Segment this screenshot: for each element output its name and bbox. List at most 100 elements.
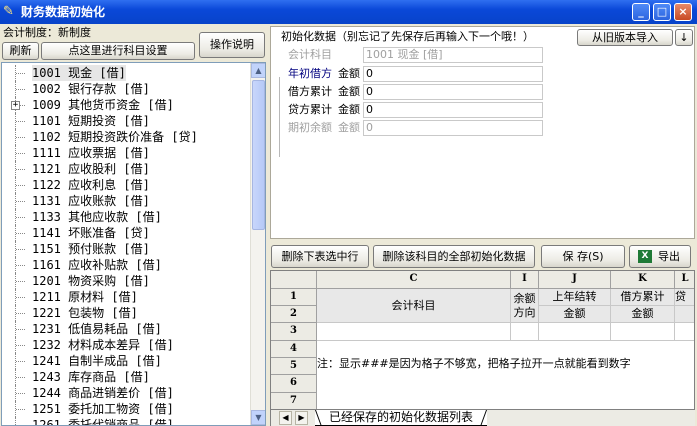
save-button[interactable]: 保 存(S): [541, 245, 625, 268]
tree-item-code: 1251: [32, 402, 61, 416]
row-header-2[interactable]: 2: [271, 306, 317, 323]
tree-connector: [15, 401, 25, 417]
close-button[interactable]: ×: [674, 3, 692, 21]
credit-total-input[interactable]: 0: [363, 102, 543, 118]
init-data-header: 初始化数据（别忘记了先保存后再输入下一个哦！）: [281, 30, 534, 43]
cell-l3[interactable]: [675, 323, 694, 341]
cell-c3[interactable]: [317, 323, 511, 341]
tree-item-label: 1151 预付账款 [借]: [32, 241, 150, 257]
tree-item-1102[interactable]: 1102 短期投资跌价准备 [贷]: [2, 129, 252, 145]
col-header-j[interactable]: J: [539, 271, 611, 289]
subject-tree[interactable]: 1001 现金 [借] 1002 银行存款 [借] +1009 其他货币资金 [借]…: [1, 62, 266, 426]
import-old-version-button[interactable]: 从旧版本导入: [577, 29, 673, 46]
tree-item-name: 预付账款 [借]: [68, 242, 150, 256]
tree-connector: [15, 337, 25, 353]
maximize-button[interactable]: □: [653, 3, 671, 21]
tree-item-1151[interactable]: 1151 预付账款 [借]: [2, 241, 252, 257]
tree-item-code: 1001: [32, 66, 61, 80]
opening-debit-label: 年初借方: [288, 67, 332, 80]
tree-item-1251[interactable]: 1251 委托加工物资 [借]: [2, 401, 252, 417]
tree-item-code: 1151: [32, 242, 61, 256]
tree-item-label: 1231 低值易耗品 [借]: [32, 321, 162, 337]
tree-item-label: 1161 应收补贴款 [借]: [32, 257, 162, 273]
cell-extra-header-2[interactable]: [675, 306, 694, 323]
help-button[interactable]: 操作说明: [199, 32, 265, 58]
cell-amount-header-2[interactable]: 金额: [611, 306, 675, 323]
col-header-i[interactable]: I: [511, 271, 539, 289]
debit-total-input[interactable]: 0: [363, 84, 543, 100]
tree-item-1133[interactable]: 1133 其他应收款 [借]: [2, 209, 252, 225]
tree-item-1241[interactable]: 1241 自制半成品 [借]: [2, 353, 252, 369]
tree-connector: [15, 177, 25, 193]
next-sheet-icon[interactable]: ▶: [295, 411, 308, 425]
tree-item-1001[interactable]: 1001 现金 [借]: [2, 65, 252, 81]
tree-item-1101[interactable]: 1101 短期投资 [借]: [2, 113, 252, 129]
tree-item-1002[interactable]: 1002 银行存款 [借]: [2, 81, 252, 97]
tree-connector: [15, 241, 25, 257]
minimize-button[interactable]: _: [632, 3, 650, 21]
import-arrow-icon[interactable]: ↓: [675, 29, 693, 46]
tree-item-code: 1241: [32, 354, 61, 368]
tree-connector: [15, 273, 25, 289]
cell-j3[interactable]: [539, 323, 611, 341]
tree-item-1244[interactable]: 1244 商品进销差价 [借]: [2, 385, 252, 401]
tree-connector: [15, 305, 25, 321]
subject-setting-button[interactable]: 点这里进行科目设置: [41, 42, 195, 60]
cell-amount-header-1[interactable]: 金额: [539, 306, 611, 323]
row-header-5[interactable]: 5: [271, 358, 317, 375]
tree-item-code: 1121: [32, 162, 61, 176]
tree-item-1231[interactable]: 1231 低值易耗品 [借]: [2, 321, 252, 337]
scroll-thumb[interactable]: [252, 80, 265, 230]
tree-scrollbar[interactable]: ▲ ▼: [250, 63, 265, 425]
col-header-c[interactable]: C: [317, 271, 511, 289]
tree-item-1232[interactable]: 1232 材料成本差异 [借]: [2, 337, 252, 353]
scroll-down-icon[interactable]: ▼: [251, 410, 265, 425]
refresh-button[interactable]: 刷新: [2, 42, 39, 60]
cell-prev-carry-header[interactable]: 上年结转: [539, 289, 611, 306]
form-bracket: [279, 77, 287, 157]
tree-item-name: 包装物 [借]: [68, 306, 138, 320]
tree-item-1131[interactable]: 1131 应收账款 [借]: [2, 193, 252, 209]
tree-item-1243[interactable]: 1243 库存商品 [借]: [2, 369, 252, 385]
prev-sheet-icon[interactable]: ◀: [279, 411, 292, 425]
tree-item-code: 1161: [32, 258, 61, 272]
tree-connector: [15, 385, 25, 401]
export-button[interactable]: X 导出: [629, 245, 691, 268]
tree-item-label: 1111 应收票据 [借]: [32, 145, 150, 161]
tree-item-code: 1201: [32, 274, 61, 288]
cell-debit-total-header[interactable]: 借方累计: [611, 289, 675, 306]
subject-label: 会计科目: [288, 48, 332, 61]
tree-item-1141[interactable]: 1141 坏账准备 [贷]: [2, 225, 252, 241]
scroll-up-icon[interactable]: ▲: [251, 63, 265, 78]
opening-debit-input[interactable]: 0: [363, 66, 543, 82]
row-header-3[interactable]: 3: [271, 323, 317, 341]
cell-balance-dir-header[interactable]: 余额方向: [511, 289, 539, 323]
expand-icon[interactable]: +: [11, 101, 20, 110]
tree-item-1201[interactable]: 1201 物资采购 [借]: [2, 273, 252, 289]
tree-item-1161[interactable]: 1161 应收补贴款 [借]: [2, 257, 252, 273]
tree-item-1111[interactable]: 1111 应收票据 [借]: [2, 145, 252, 161]
col-header-l[interactable]: L: [675, 271, 694, 289]
delete-all-init-button[interactable]: 删除该科目的全部初始化数据: [373, 245, 535, 268]
tree-item-1261[interactable]: 1261 委托代销商品 [借]: [2, 417, 252, 425]
tree-item-1009[interactable]: +1009 其他货币资金 [借]: [2, 97, 252, 113]
cell-subject-header[interactable]: 会计科目: [317, 289, 511, 323]
tree-item-1211[interactable]: 1211 原材料 [借]: [2, 289, 252, 305]
tree-connector: [15, 417, 24, 425]
delete-selected-row-button[interactable]: 删除下表选中行: [271, 245, 369, 268]
init-data-sheet[interactable]: C I J K L 1 2 3 4 5 6 7 会计科目 余额方向 上年结转 借…: [270, 270, 695, 410]
cell-i3[interactable]: [511, 323, 539, 341]
tree-item-code: 1009: [32, 98, 61, 112]
tree-item-1122[interactable]: 1122 应收利息 [借]: [2, 177, 252, 193]
saved-init-list-tab[interactable]: 已经保存的初始化数据列表: [315, 410, 488, 426]
cell-k3[interactable]: [611, 323, 675, 341]
row-header-6[interactable]: 6: [271, 375, 317, 393]
row-header-7[interactable]: 7: [271, 393, 317, 409]
cell-extra-header[interactable]: 贷: [675, 289, 694, 306]
tree-item-label: 1251 委托加工物资 [借]: [32, 401, 174, 417]
col-header-k[interactable]: K: [611, 271, 675, 289]
tree-item-1121[interactable]: 1121 应收股利 [借]: [2, 161, 252, 177]
row-header-4[interactable]: 4: [271, 341, 317, 358]
tree-item-1221[interactable]: 1221 包装物 [借]: [2, 305, 252, 321]
row-header-1[interactable]: 1: [271, 289, 317, 306]
